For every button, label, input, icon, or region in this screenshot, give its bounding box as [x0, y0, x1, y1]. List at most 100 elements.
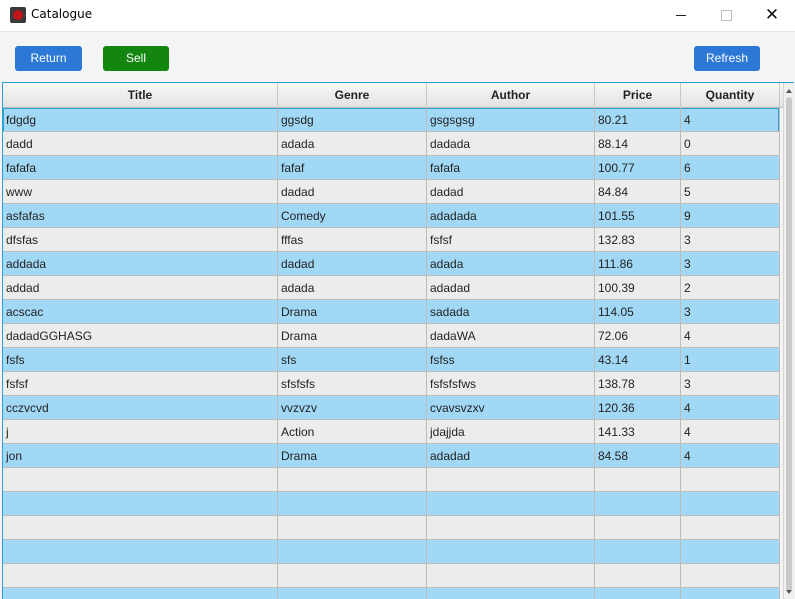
table-cell: 1 [681, 348, 780, 372]
table-cell [595, 468, 681, 492]
column-header-price[interactable]: Price [595, 83, 681, 107]
table-row[interactable]: j Action jdajjda 141.33 4 [3, 420, 780, 444]
table-cell: dadad [278, 252, 427, 276]
table-cell [427, 540, 595, 564]
close-button[interactable]: ✕ [749, 0, 795, 31]
table-cell: 3 [681, 372, 780, 396]
table-cell: 100.39 [595, 276, 681, 300]
table-cell [278, 564, 427, 588]
table-cell [278, 492, 427, 516]
table-cell: cvavsvzxv [427, 396, 595, 420]
table-cell: Action [278, 420, 427, 444]
table-cell: dadd [3, 132, 278, 156]
table-row[interactable]: dadd adada dadada 88.14 0 [3, 132, 780, 156]
table-cell: 114.05 [595, 300, 681, 324]
refresh-button[interactable]: Refresh [694, 46, 760, 71]
table-row[interactable]: fdgdg ggsdg gsgsgsg 80.21 4 [3, 108, 780, 132]
table-cell [595, 492, 681, 516]
scrollbar-thumb[interactable] [786, 97, 792, 591]
table-cell: dadadGGHASG [3, 324, 278, 348]
empty-table-row[interactable] [3, 492, 780, 516]
table-cell [3, 540, 278, 564]
table-cell: acscac [3, 300, 278, 324]
empty-table-row[interactable] [3, 540, 780, 564]
column-header-genre[interactable]: Genre [278, 83, 427, 107]
minimize-button[interactable] [658, 0, 704, 31]
close-icon: ✕ [764, 5, 780, 25]
maximize-button[interactable] [703, 0, 749, 31]
table-cell: www [3, 180, 278, 204]
table-cell: fafaf [278, 156, 427, 180]
table-cell: dfsfas [3, 228, 278, 252]
table-row[interactable]: fsfsf sfsfsfs fsfsfsfws 138.78 3 [3, 372, 780, 396]
table-row[interactable]: dadadGGHASG Drama dadaWA 72.06 4 [3, 324, 780, 348]
table-cell: 3 [681, 252, 780, 276]
scroll-down-icon[interactable] [786, 590, 792, 594]
empty-table-row[interactable] [3, 588, 780, 599]
table-cell: 0 [681, 132, 780, 156]
table-cell: addad [3, 276, 278, 300]
table-cell [595, 516, 681, 540]
title-bar: Catalogue ✕ [0, 0, 795, 32]
table-cell: 101.55 [595, 204, 681, 228]
table-row[interactable]: fsfs sfs fsfss 43.14 1 [3, 348, 780, 372]
return-button[interactable]: Return [15, 46, 82, 71]
sell-button[interactable]: Sell [103, 46, 169, 71]
table-cell: sfsfsfs [278, 372, 427, 396]
table-cell: cczvcvd [3, 396, 278, 420]
table-header: Title Genre Author Price Quantity [3, 83, 783, 108]
table-row[interactable]: fafafa fafaf fafafa 100.77 6 [3, 156, 780, 180]
table-cell: 3 [681, 228, 780, 252]
scroll-up-icon[interactable] [786, 89, 792, 93]
table-cell: fsfss [427, 348, 595, 372]
table-cell: fsfsfsfws [427, 372, 595, 396]
table-cell: 2 [681, 276, 780, 300]
table-cell: 120.36 [595, 396, 681, 420]
table-cell: adadad [427, 276, 595, 300]
table-row[interactable]: addada dadad adada 111.86 3 [3, 252, 780, 276]
table-cell [278, 516, 427, 540]
vertical-scrollbar[interactable] [783, 83, 794, 599]
table-cell [3, 492, 278, 516]
table-row[interactable]: addad adada adadad 100.39 2 [3, 276, 780, 300]
table-cell [681, 492, 780, 516]
table-cell: 4 [681, 324, 780, 348]
table-cell: 4 [681, 396, 780, 420]
table-cell [278, 468, 427, 492]
minimize-icon [676, 14, 686, 16]
table-row[interactable]: jon Drama adadad 84.58 4 [3, 444, 780, 468]
table-cell: 3 [681, 300, 780, 324]
table-cell: adada [278, 276, 427, 300]
table-cell [595, 540, 681, 564]
table-cell: fdgdg [3, 108, 278, 132]
empty-table-row[interactable] [3, 468, 780, 492]
table-cell: addada [3, 252, 278, 276]
app-icon [10, 7, 26, 23]
empty-table-row[interactable] [3, 516, 780, 540]
table-cell: 132.83 [595, 228, 681, 252]
table-row[interactable]: dfsfas fffas fsfsf 132.83 3 [3, 228, 780, 252]
table-cell: 72.06 [595, 324, 681, 348]
catalogue-table[interactable]: Title Genre Author Price Quantity fdgdg g… [2, 82, 794, 599]
column-header-quantity[interactable]: Quantity [681, 83, 780, 107]
column-header-title[interactable]: Title [3, 83, 278, 107]
table-cell: 6 [681, 156, 780, 180]
table-row[interactable]: www dadad dadad 84.84 5 [3, 180, 780, 204]
table-cell: fffas [278, 228, 427, 252]
table-cell: adada [278, 132, 427, 156]
table-row[interactable]: asfafas Comedy adadada 101.55 9 [3, 204, 780, 228]
table-cell: 9 [681, 204, 780, 228]
table-cell: gsgsgsg [427, 108, 595, 132]
table-cell: 5 [681, 180, 780, 204]
table-cell [3, 588, 278, 599]
empty-table-row[interactable] [3, 564, 780, 588]
column-header-author[interactable]: Author [427, 83, 595, 107]
table-body: fdgdg ggsdg gsgsgsg 80.21 4 dadd adada dadada 88… [3, 108, 780, 599]
table-cell: fsfsf [3, 372, 278, 396]
table-cell [595, 564, 681, 588]
window-title: Catalogue [31, 7, 93, 21]
table-row[interactable]: cczvcvd vvzvzv cvavsvzxv 120.36 4 [3, 396, 780, 420]
table-row[interactable]: acscac Drama sadada 114.05 3 [3, 300, 780, 324]
table-cell: Drama [278, 300, 427, 324]
table-cell [427, 468, 595, 492]
